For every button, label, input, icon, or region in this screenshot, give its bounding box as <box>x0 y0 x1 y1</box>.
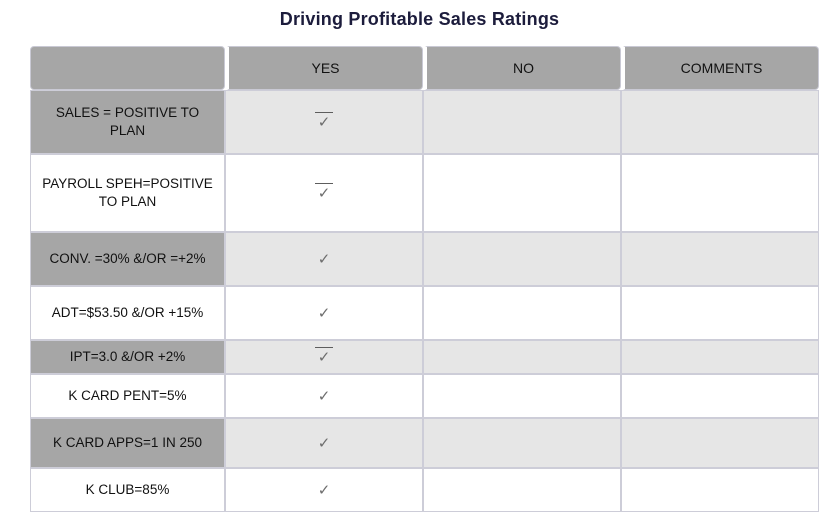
cell-no[interactable] <box>423 90 621 154</box>
row-label: PAYROLL SPEH=POSITIVE TO PLAN <box>30 154 225 232</box>
table-row: IPT=3.0 &/OR +2% ✓ <box>30 340 819 374</box>
check-icon: ✓ <box>317 481 331 499</box>
cell-comments[interactable] <box>621 418 819 468</box>
cell-yes[interactable]: ✓ <box>225 90 423 154</box>
column-header-no: NO <box>423 46 621 90</box>
cell-comments[interactable] <box>621 340 819 374</box>
row-label: SALES = POSITIVE TO PLAN <box>30 90 225 154</box>
cell-no[interactable] <box>423 154 621 232</box>
table-row: K CLUB=85% ✓ <box>30 468 819 512</box>
column-header-comments: COMMENTS <box>621 46 819 90</box>
row-label: K CLUB=85% <box>30 468 225 512</box>
cell-no[interactable] <box>423 468 621 512</box>
ratings-table: YES NO COMMENTS SALES = POSITIVE TO PLAN… <box>30 46 819 512</box>
cell-no[interactable] <box>423 418 621 468</box>
row-label: CONV. =30% &/OR =+2% <box>30 232 225 286</box>
table-body: SALES = POSITIVE TO PLAN ✓ PAYROLL SPEH=… <box>30 90 819 512</box>
cell-comments[interactable] <box>621 90 819 154</box>
table-header-row: YES NO COMMENTS <box>30 46 819 90</box>
cell-comments[interactable] <box>621 286 819 340</box>
check-icon: ✓ <box>317 434 331 452</box>
cell-yes[interactable]: ✓ <box>225 340 423 374</box>
page-title: Driving Profitable Sales Ratings <box>279 9 560 29</box>
cell-comments[interactable] <box>621 154 819 232</box>
row-label: K CARD PENT=5% <box>30 374 225 418</box>
cell-comments[interactable] <box>621 374 819 418</box>
cell-no[interactable] <box>423 286 621 340</box>
cell-yes[interactable]: ✓ <box>225 232 423 286</box>
table-row: K CARD APPS=1 IN 250 ✓ <box>30 418 819 468</box>
check-icon: ✓ <box>317 304 331 322</box>
cell-yes[interactable]: ✓ <box>225 154 423 232</box>
cell-comments[interactable] <box>621 468 819 512</box>
row-label: K CARD APPS=1 IN 250 <box>30 418 225 468</box>
column-header-metric <box>30 46 225 90</box>
cell-yes[interactable]: ✓ <box>225 286 423 340</box>
column-header-yes: YES <box>225 46 423 90</box>
table-header: YES NO COMMENTS <box>30 46 819 90</box>
cell-yes[interactable]: ✓ <box>225 468 423 512</box>
check-barred-icon: ✓ <box>313 111 335 130</box>
check-barred-icon: ✓ <box>313 182 335 201</box>
table-row: SALES = POSITIVE TO PLAN ✓ <box>30 90 819 154</box>
table-row: CONV. =30% &/OR =+2% ✓ <box>30 232 819 286</box>
table-row: K CARD PENT=5% ✓ <box>30 374 819 418</box>
ratings-page: Driving Profitable Sales Ratings YES NO … <box>0 0 839 516</box>
cell-yes[interactable]: ✓ <box>225 418 423 468</box>
cell-no[interactable] <box>423 340 621 374</box>
row-label: ADT=$53.50 &/OR +15% <box>30 286 225 340</box>
cell-yes[interactable]: ✓ <box>225 374 423 418</box>
cell-comments[interactable] <box>621 232 819 286</box>
cell-no[interactable] <box>423 374 621 418</box>
check-icon: ✓ <box>317 250 331 268</box>
table-row: PAYROLL SPEH=POSITIVE TO PLAN ✓ <box>30 154 819 232</box>
cell-no[interactable] <box>423 232 621 286</box>
ratings-table-wrapper: YES NO COMMENTS SALES = POSITIVE TO PLAN… <box>30 46 819 512</box>
row-label: IPT=3.0 &/OR +2% <box>30 340 225 374</box>
check-icon: ✓ <box>317 387 331 405</box>
table-row: ADT=$53.50 &/OR +15% ✓ <box>30 286 819 340</box>
check-barred-icon: ✓ <box>313 346 335 365</box>
